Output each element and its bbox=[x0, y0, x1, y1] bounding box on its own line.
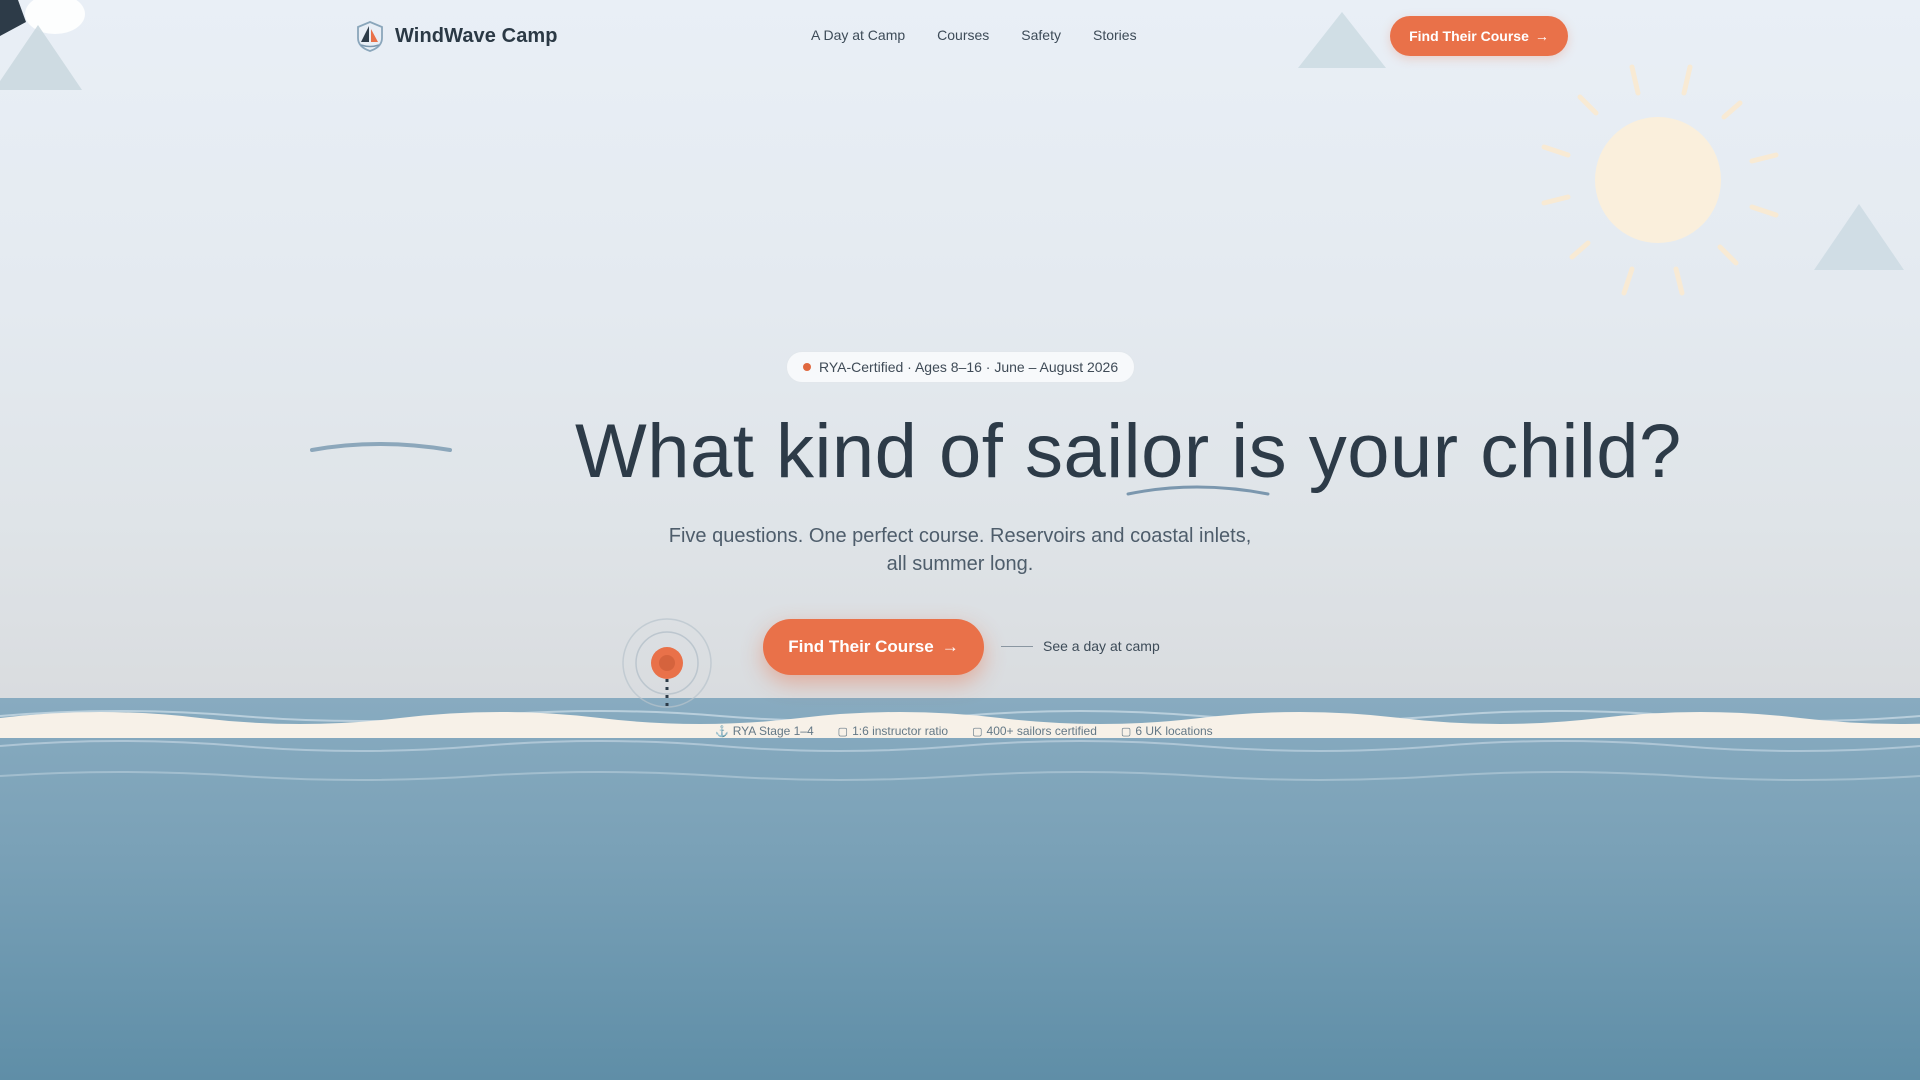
main-nav: A Day at Camp Courses Safety Stories bbox=[811, 27, 1137, 43]
link-line-decoration bbox=[1001, 645, 1033, 647]
sea-background bbox=[0, 698, 1920, 1080]
stat-label: 1:6 instructor ratio bbox=[852, 724, 949, 738]
stat-label: RYA Stage 1–4 bbox=[732, 724, 814, 738]
wave-lines bbox=[0, 710, 1920, 781]
brand[interactable]: WindWave Camp bbox=[355, 20, 558, 52]
hero-subheadline: Five questions. One perfect course. Rese… bbox=[668, 525, 1252, 575]
stat-label: 6 UK locations bbox=[1135, 724, 1213, 738]
mountain-decoration-right bbox=[1814, 204, 1904, 270]
arrow-right-icon: → bbox=[941, 637, 959, 656]
nav-link-courses[interactable]: Courses bbox=[937, 27, 989, 43]
see-day-at-camp-label: See a day at camp bbox=[1043, 638, 1160, 654]
hero-badge-text: RYA-Certified · Ages 8–16 · June – Augus… bbox=[819, 359, 1119, 375]
certificate-icon: ▢ bbox=[972, 725, 983, 738]
hero-cta-label: Find Their Course bbox=[788, 637, 934, 656]
nav-link-stories[interactable]: Stories bbox=[1093, 27, 1137, 43]
hero-badge: RYA-Certified · Ages 8–16 · June – Augus… bbox=[786, 351, 1136, 383]
hero-find-course-button[interactable]: Find Their Course → bbox=[763, 619, 984, 675]
stat-item: ▢ 400+ sailors certified bbox=[972, 724, 1097, 738]
arrow-right-icon: → bbox=[1534, 28, 1549, 44]
stat-item: ▢ 6 UK locations bbox=[1121, 724, 1213, 738]
stats-row: ⚓ RYA Stage 1–4 ▢ 1:6 instructor ratio ▢… bbox=[715, 724, 1213, 738]
anchor-icon: ⚓ bbox=[715, 725, 729, 738]
buoy-icon bbox=[622, 618, 712, 710]
stat-item: ⚓ RYA Stage 1–4 bbox=[715, 724, 814, 738]
see-day-at-camp-link[interactable]: See a day at camp bbox=[1001, 638, 1160, 654]
stat-item: ▢ 1:6 instructor ratio bbox=[838, 724, 948, 738]
nav-link-safety[interactable]: Safety bbox=[1021, 27, 1061, 43]
sun-icon bbox=[1541, 64, 1779, 296]
site-header: WindWave Camp A Day at Camp Courses Safe… bbox=[0, 0, 1920, 72]
nav-link-day-at-camp[interactable]: A Day at Camp bbox=[811, 27, 905, 43]
swoosh-decoration bbox=[310, 442, 452, 452]
status-dot-icon bbox=[803, 363, 811, 371]
brand-name: WindWave Camp bbox=[395, 24, 558, 47]
header-cta-label: Find Their Course bbox=[1409, 28, 1529, 44]
stat-label: 400+ sailors certified bbox=[986, 724, 1097, 738]
location-icon: ▢ bbox=[1120, 725, 1132, 738]
ratio-icon: ▢ bbox=[837, 725, 849, 738]
header-find-course-button[interactable]: Find Their Course → bbox=[1390, 16, 1568, 56]
sailboat-shield-icon bbox=[357, 21, 383, 52]
hero-headline-text: What kind of sailor is your child? bbox=[575, 409, 1682, 494]
